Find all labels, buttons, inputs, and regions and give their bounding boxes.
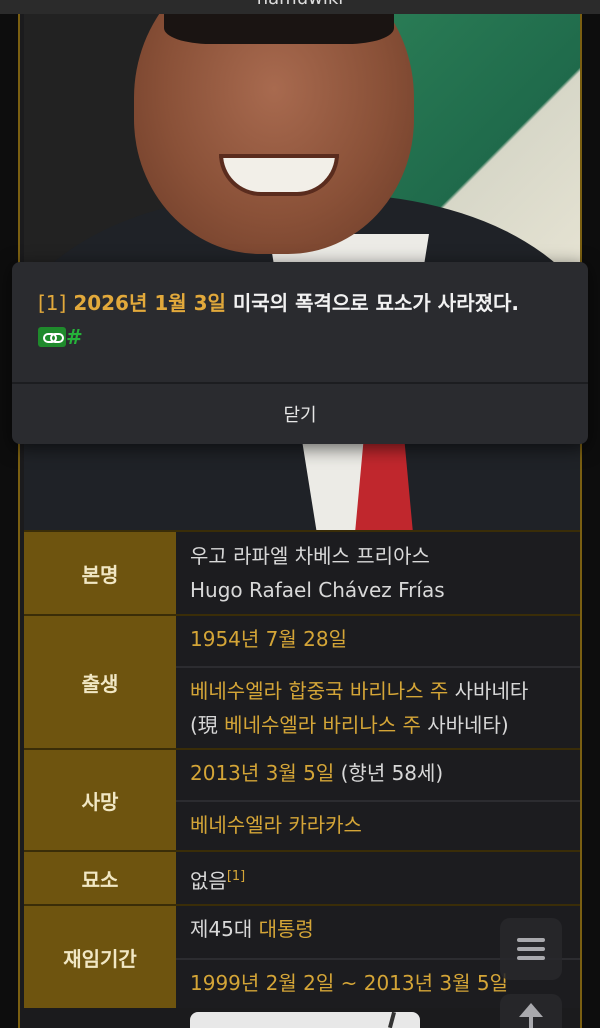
- infobox-row-death: 사망 2013년 3월 5일 (향년 58세) 베네수엘라 카라카스: [24, 748, 580, 850]
- birthplace-link[interactable]: 베네수엘라 합중국 바리나스 주: [190, 679, 448, 703]
- birthplace-now-prefix: (現: [190, 713, 225, 737]
- arrow-up-icon: [519, 1003, 543, 1017]
- spanish-name: Hugo Rafael Chávez Frías: [190, 578, 445, 602]
- infobox-row-term: 재임기간 제45대 대통령 1999년 2월 2일 ~ 2013년 3월 5일: [24, 904, 580, 1008]
- anchor-hash[interactable]: #: [66, 325, 83, 349]
- footnote-date-link[interactable]: 2026년 1월 3일: [73, 291, 226, 315]
- list-icon: [517, 938, 545, 960]
- death-place-link[interactable]: 베네수엘라 카라카스: [190, 813, 362, 837]
- grave-cell: 없음[1]: [176, 852, 580, 907]
- footnote-text: [1] 2026년 1월 3일 미국의 폭격으로 묘소가 사라졌다. #: [38, 286, 538, 354]
- footnote-number[interactable]: [1]: [38, 291, 66, 315]
- grave-value: 없음: [190, 869, 227, 893]
- infobox: 본명 우고 라파엘 차베스 프리아스 Hugo Rafael Chávez Fr…: [24, 530, 580, 1008]
- infobox-row-grave: 묘소 없음[1]: [24, 850, 580, 904]
- top-bar: namuwiki: [0, 0, 600, 14]
- article-page: 본명 우고 라파엘 차베스 프리아스 Hugo Rafael Chávez Fr…: [18, 14, 582, 1028]
- age-at-death: (향년 58세): [340, 761, 444, 785]
- name-cell: 우고 라파엘 차베스 프리아스 Hugo Rafael Chávez Frías: [176, 532, 580, 616]
- korean-name: 우고 라파엘 차베스 프리아스: [190, 544, 430, 568]
- birthplace-now-link[interactable]: 베네수엘라 바리나스 주: [224, 713, 421, 737]
- footnote-ref[interactable]: [1]: [227, 869, 245, 884]
- birthplace-text: 사바네타: [448, 679, 529, 703]
- close-button[interactable]: 닫기: [12, 384, 588, 444]
- birthplace-cell: 베네수엘라 합중국 바리나스 주 사바네타 (現 베네수엘라 바리나스 주 사바…: [176, 666, 580, 751]
- birth-date-cell: 1954년 7월 28일: [176, 616, 580, 666]
- footnote-popup: [1] 2026년 1월 3일 미국의 폭격으로 묘소가 사라졌다. # 닫기: [12, 262, 588, 444]
- infobox-header: 출생: [24, 616, 176, 748]
- footnote-body: 미국의 폭격으로 묘소가 사라졌다.: [225, 291, 519, 315]
- infobox-header: 묘소: [24, 852, 176, 904]
- infobox-header: 재임기간: [24, 906, 176, 1008]
- infobox-row-name: 본명 우고 라파엘 차베스 프리아스 Hugo Rafael Chávez Fr…: [24, 530, 580, 614]
- term-number: 제45대: [190, 917, 253, 941]
- scroll-top-button[interactable]: [500, 994, 562, 1028]
- term-period[interactable]: 1999년 2월 2일 ~ 2013년 3월 5일: [190, 971, 508, 995]
- infobox-header: 본명: [24, 532, 176, 614]
- birth-date-link[interactable]: 1954년 7월 28일: [190, 627, 347, 651]
- death-date-link[interactable]: 2013년 3월 5일: [190, 761, 334, 785]
- office-link[interactable]: 대통령: [259, 917, 314, 941]
- birthplace-now-suffix: 사바네타): [420, 713, 509, 737]
- toc-button[interactable]: [500, 918, 562, 980]
- death-date-cell: 2013년 3월 5일 (향년 58세): [176, 750, 580, 800]
- infobox-header: 사망: [24, 750, 176, 850]
- death-place-cell: 베네수엘라 카라카스: [176, 800, 580, 851]
- face: [134, 14, 414, 254]
- hair: [164, 14, 394, 44]
- site-title: namuwiki: [0, 0, 600, 9]
- link-icon[interactable]: [38, 327, 66, 347]
- infobox-row-birth: 출생 1954년 7월 28일 베네수엘라 합중국 바리나스 주 사바네타 (現…: [24, 614, 580, 748]
- bottom-image-strip: [190, 1012, 420, 1028]
